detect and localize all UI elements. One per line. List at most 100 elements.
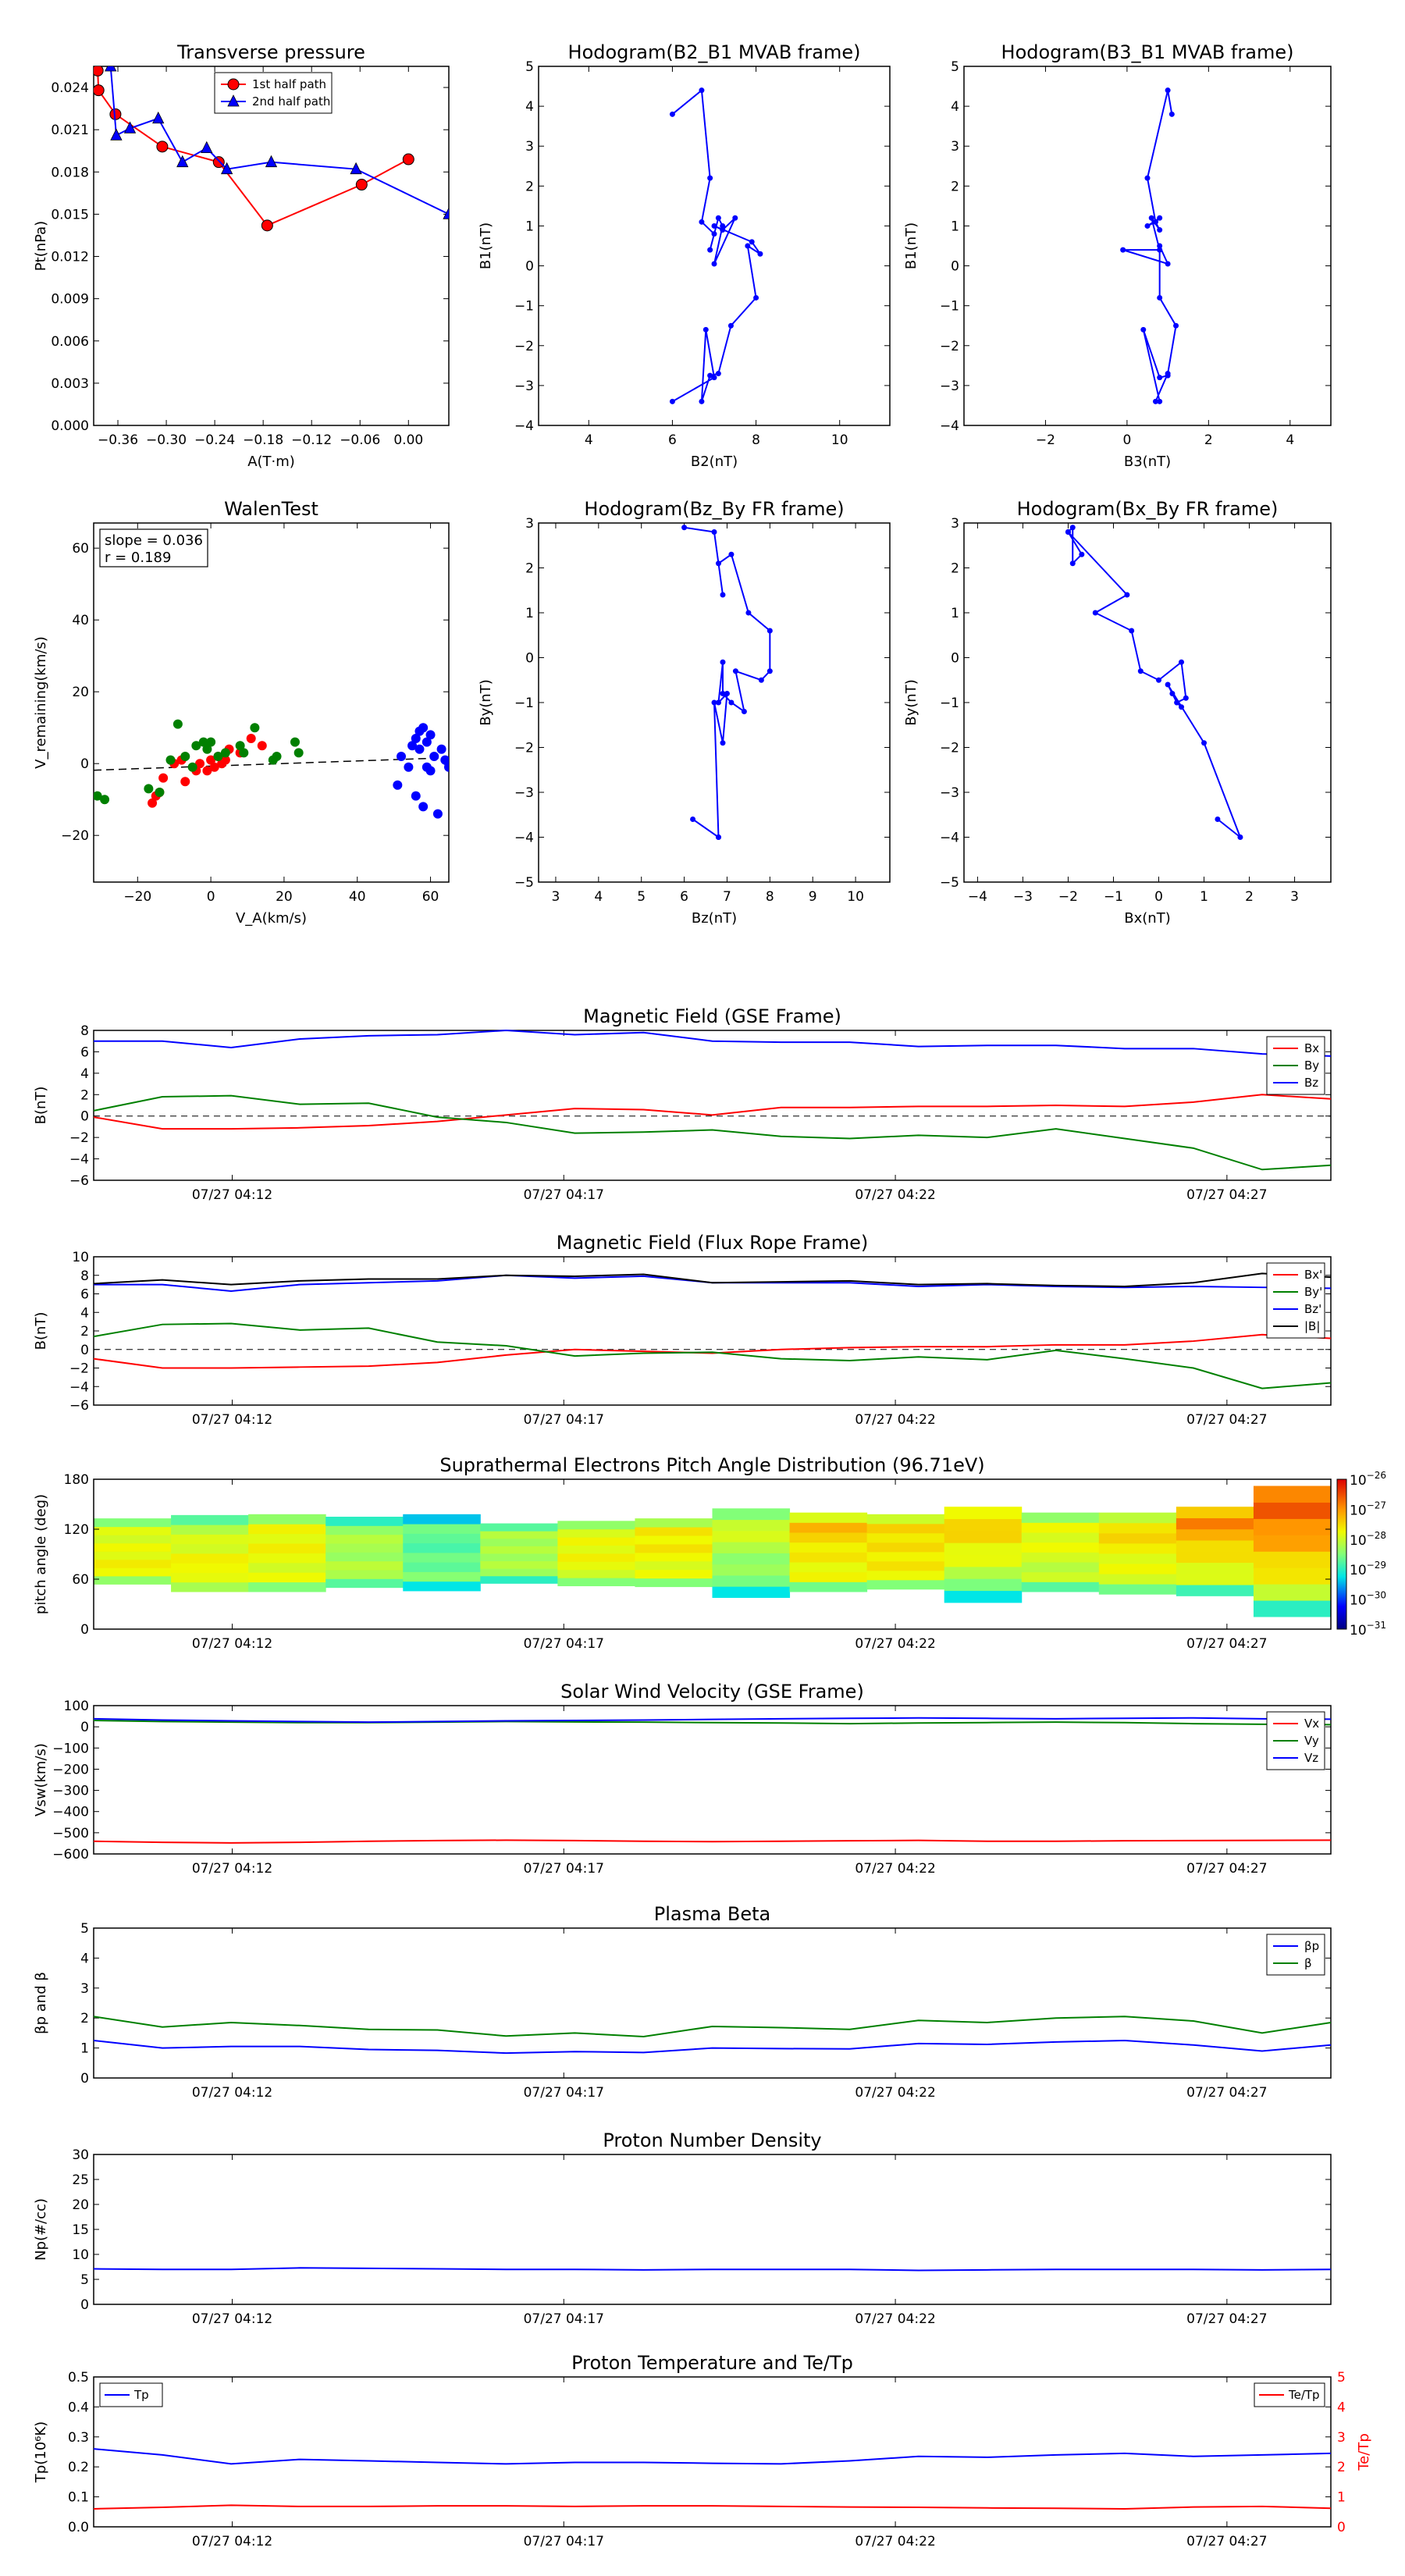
tp-legend-label: 1st half path: [252, 77, 326, 91]
pad-cell: [635, 1569, 713, 1579]
np-ytick-label: 20: [72, 2197, 89, 2213]
walen-series-2-point: [397, 752, 407, 761]
h3-ytick-label: −3: [514, 785, 534, 801]
walen-ylabel: V_remaining(km/s): [33, 636, 49, 769]
temp-ytick-label: 0.5: [68, 2370, 89, 2386]
h2-series-0-point: [1157, 398, 1163, 404]
pad-cell: [1253, 1584, 1332, 1601]
h3-series-0-point: [720, 659, 726, 665]
h4-ytick-label: 2: [951, 561, 959, 577]
mf_fr-ytick-label: 0: [80, 1343, 89, 1358]
pad-colorbar-exponent: −28: [1367, 1530, 1386, 1541]
sw-ytick-label: −200: [52, 1762, 89, 1777]
h3-xtick-label: 10: [847, 889, 864, 905]
h3-ytick-label: −5: [514, 875, 534, 891]
h2-series-0-point: [1144, 175, 1151, 181]
h4-ytick-label: −2: [940, 741, 959, 756]
h3-xtick-label: 5: [637, 889, 646, 905]
h1-series-0-point: [699, 398, 705, 404]
pad-cell: [248, 1562, 326, 1573]
pad-cell: [171, 1553, 249, 1564]
h3-series-0-point: [745, 610, 752, 616]
pad-cell: [1021, 1582, 1100, 1592]
h3-series-0-point: [732, 668, 738, 674]
h3-ytick-label: 3: [525, 516, 534, 532]
h3-xtick-label: 7: [723, 889, 731, 905]
walen-ytick-label: −20: [61, 828, 89, 844]
h3-series-0-point: [720, 592, 726, 598]
pad-cell: [557, 1521, 635, 1530]
h3-series-0-point: [715, 834, 721, 840]
pad-cell: [712, 1542, 791, 1553]
h1-ytick-label: 5: [525, 59, 534, 75]
h1-xtick-label: 6: [668, 432, 677, 448]
h2-series-0-point: [1144, 222, 1151, 229]
h1-xtick-label: 10: [831, 432, 848, 448]
pad-cell: [866, 1579, 945, 1590]
h3-series-0-point: [720, 740, 726, 746]
figure: Transverse pressure0.0000.0030.0060.0090…: [0, 0, 1405, 2576]
pad-cell: [557, 1569, 635, 1578]
h4-series-0-point: [1137, 668, 1144, 674]
tp-xtick-label: −0.12: [291, 432, 332, 448]
temp-ytick-label: 0.2: [68, 2460, 89, 2475]
pad-cell: [403, 1552, 481, 1563]
h3-ytick-label: −4: [514, 831, 534, 846]
walen-xtick-label: 0: [207, 889, 215, 905]
h3-ytick-label: 1: [525, 606, 534, 621]
temp-legend-left-label: Tp: [133, 2388, 149, 2402]
sw-ytick-label: −600: [52, 1847, 89, 1863]
mf_gse-legend-label: Bx: [1304, 1041, 1319, 1055]
h3-series-0-point: [690, 817, 696, 822]
temp-y2tick-label: 0: [1337, 2520, 1346, 2535]
h2-ytick-label: 2: [951, 179, 959, 194]
h2-series-0-point: [1157, 375, 1163, 381]
sw-title: Solar Wind Velocity (GSE Frame): [560, 1681, 864, 1703]
h4-ytick-label: 0: [951, 651, 959, 667]
np-title: Proton Number Density: [603, 2129, 821, 2151]
pad-cell: [557, 1553, 635, 1562]
h2-ylabel: B1(nT): [903, 222, 919, 269]
sw-ytick-label: −100: [52, 1741, 89, 1756]
h4-ytick-label: −4: [940, 831, 959, 846]
pad-cell: [1176, 1573, 1254, 1585]
beta-ytick-label: 2: [80, 2011, 89, 2026]
h4-xtick-label: 3: [1290, 889, 1299, 905]
pad-cell: [866, 1551, 945, 1562]
h1-series-0-point: [711, 261, 717, 267]
pad-cell: [325, 1525, 404, 1535]
mf_gse-xtick-label: 07/27 04:12: [192, 1187, 272, 1203]
h2-ytick-label: 4: [951, 99, 959, 115]
np-ytick-label: 25: [72, 2172, 89, 2188]
h4-series-0-point: [1165, 681, 1171, 688]
temp-ytick-label: 0.4: [68, 2400, 89, 2415]
pad-cell: [325, 1560, 404, 1571]
h3-series-0-point: [728, 699, 735, 706]
pad-cell: [944, 1507, 1023, 1520]
h4-xtick-label: −2: [1058, 889, 1078, 905]
pad-cell: [94, 1551, 172, 1560]
mf_fr-ytick-label: −6: [69, 1398, 89, 1414]
pad-cell: [248, 1553, 326, 1564]
pad-cell: [325, 1534, 404, 1544]
pad-cell: [325, 1570, 404, 1579]
h3-ytick-label: 0: [525, 651, 534, 667]
h1-series-0-point: [749, 239, 755, 245]
pad-cell: [1176, 1528, 1254, 1541]
pad-cell: [480, 1560, 558, 1569]
mf_fr-xtick-label: 07/27 04:12: [192, 1412, 272, 1428]
pad-cell: [1253, 1567, 1332, 1585]
mf_gse-ytick-label: 6: [80, 1044, 89, 1060]
walen-series-1-point: [272, 752, 282, 761]
h2-ytick-label: −4: [940, 418, 959, 434]
h3-ytick-label: −2: [514, 741, 534, 756]
pad-cell: [325, 1543, 404, 1553]
walen-series-0-point: [148, 798, 158, 808]
h1-series-0-point: [727, 322, 734, 329]
walen-series-2-point: [418, 723, 429, 733]
np-xtick-label: 07/27 04:22: [855, 2311, 935, 2327]
pad-cell: [944, 1518, 1023, 1532]
mf_gse-ytick-label: 4: [80, 1066, 89, 1082]
pad-cell: [1176, 1585, 1254, 1596]
mf_fr-legend-label: By': [1304, 1285, 1322, 1299]
